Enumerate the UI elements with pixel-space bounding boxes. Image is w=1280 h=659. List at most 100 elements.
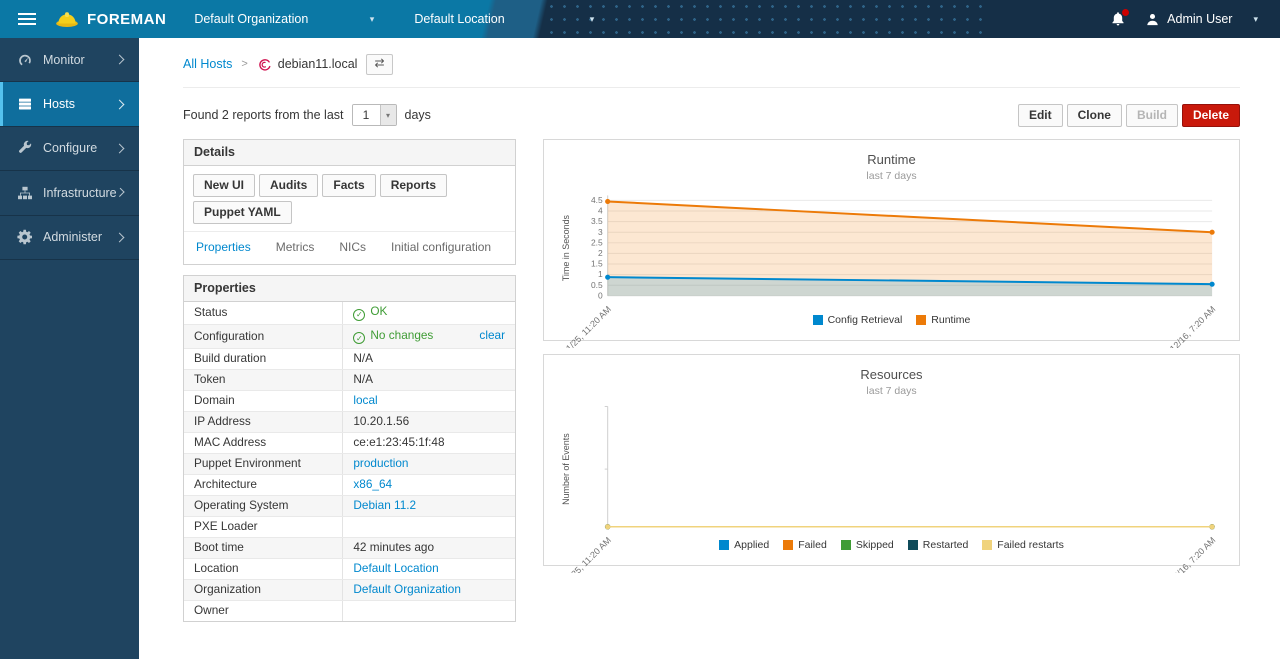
property-label: IP Address <box>184 411 343 432</box>
debian-logo-icon <box>257 57 272 72</box>
audits-button[interactable]: Audits <box>259 174 318 197</box>
property-value: N/A <box>353 351 373 365</box>
property-value-cell: Default Location <box>343 558 515 579</box>
property-value-link[interactable]: production <box>353 456 408 470</box>
legend-item-runtime[interactable]: Runtime <box>916 314 970 326</box>
legend-item-skipped[interactable]: Skipped <box>841 539 894 551</box>
tab-initial-configuration[interactable]: Initial configuration <box>391 240 491 254</box>
legend-label: Runtime <box>931 314 970 326</box>
property-value: 42 minutes ago <box>353 540 434 554</box>
reports-button[interactable]: Reports <box>380 174 447 197</box>
property-value-cell: production <box>343 453 515 474</box>
main-content: All Hosts > debian11.local ⇄ Found 2 rep… <box>139 0 1280 622</box>
sidebar-item-hosts[interactable]: Hosts <box>0 82 139 126</box>
svg-text:4: 4 <box>598 205 603 215</box>
property-value: 10.20.1.56 <box>353 414 409 428</box>
property-value: N/A <box>353 372 373 386</box>
property-value: ce:e1:23:45:1f:48 <box>353 435 444 449</box>
table-row: Owner <box>184 600 515 621</box>
property-label: MAC Address <box>184 432 343 453</box>
property-value-cell: 42 minutes ago <box>343 537 515 558</box>
new-ui-button[interactable]: New UI <box>193 174 255 197</box>
svg-text:0.5: 0.5 <box>591 279 603 289</box>
wrench-icon <box>17 140 33 156</box>
reports-count-text: Found 2 reports from the last <box>183 108 344 122</box>
sidebar-item-monitor[interactable]: Monitor <box>0 38 139 82</box>
property-label: Boot time <box>184 537 343 558</box>
property-value-link[interactable]: x86_64 <box>353 477 392 491</box>
svg-text:Time in Seconds: Time in Seconds <box>561 214 571 281</box>
facts-button[interactable]: Facts <box>322 174 375 197</box>
svg-text:Number of Events: Number of Events <box>561 432 571 504</box>
svg-text:3: 3 <box>598 226 603 236</box>
table-row: Architecturex86_64 <box>184 474 515 495</box>
legend-item-failed[interactable]: Failed <box>783 539 827 551</box>
host-switcher-button[interactable]: ⇄ <box>366 54 392 75</box>
reports-days-text: days <box>405 108 431 122</box>
user-icon <box>1145 12 1160 27</box>
sidebar-item-administer[interactable]: Administer <box>0 216 139 260</box>
top-navbar: FOREMAN Default Organization ▾ Default L… <box>0 0 1280 38</box>
table-row: Configuration✓No changesclear <box>184 325 515 349</box>
property-value-link[interactable]: Default Organization <box>353 582 461 596</box>
sidebar-item-infrastructure[interactable]: Infrastructure <box>0 171 139 215</box>
svg-text:4.5: 4.5 <box>591 195 603 205</box>
legend-label: Failed <box>798 539 827 551</box>
svg-text:2.5: 2.5 <box>591 237 603 247</box>
location-selector[interactable]: Default Location ▾ <box>414 12 594 26</box>
chevron-right-icon <box>115 99 125 109</box>
notifications-bell-icon[interactable] <box>1110 11 1127 28</box>
tab-metrics[interactable]: Metrics <box>276 240 315 254</box>
legend-item-failed-restarts[interactable]: Failed restarts <box>982 539 1064 551</box>
organization-selector-label: Default Organization <box>194 12 308 26</box>
runtime-chart-legend: Config Retrieval Runtime <box>556 314 1227 326</box>
menu-toggle-icon[interactable] <box>0 0 54 38</box>
property-value-cell: ✓OK <box>343 302 515 325</box>
legend-item-restarted[interactable]: Restarted <box>908 539 969 551</box>
delete-button[interactable]: Delete <box>1182 104 1240 127</box>
property-label: Location <box>184 558 343 579</box>
property-value-link[interactable]: local <box>353 393 377 407</box>
tab-nics[interactable]: NICs <box>339 240 366 254</box>
tab-properties[interactable]: Properties <box>196 240 251 254</box>
breadcrumb-all-hosts-link[interactable]: All Hosts <box>183 57 232 71</box>
sidebar-item-label: Monitor <box>43 53 85 67</box>
reports-bar: Found 2 reports from the last 1 ▾ days E… <box>183 104 1240 127</box>
days-select[interactable]: 1 ▾ <box>352 104 397 126</box>
property-value-link[interactable]: Default Location <box>353 561 438 575</box>
days-select-value: 1 <box>353 105 380 125</box>
caret-down-icon: ▾ <box>380 105 396 125</box>
runtime-chart-panel: Runtime last 7 days 00.511.522.533.544.5… <box>543 139 1240 341</box>
property-value-cell: x86_64 <box>343 474 515 495</box>
svg-text:0: 0 <box>598 290 603 300</box>
legend-swatch <box>719 540 729 550</box>
edit-button[interactable]: Edit <box>1018 104 1063 127</box>
user-menu[interactable]: Admin User ▾ <box>1145 12 1258 27</box>
organization-selector[interactable]: Default Organization ▾ <box>194 12 374 26</box>
table-row: Domainlocal <box>184 390 515 411</box>
sitemap-icon <box>17 185 33 201</box>
svg-text:2: 2 <box>598 248 603 258</box>
notification-badge <box>1122 9 1129 16</box>
chart-title: Resources <box>556 367 1227 382</box>
clone-button[interactable]: Clone <box>1067 104 1122 127</box>
property-value-link[interactable]: Debian 11.2 <box>353 498 416 512</box>
table-row: MAC Address ce:e1:23:45:1f:48 <box>184 432 515 453</box>
svg-text:1.5: 1.5 <box>591 258 603 268</box>
legend-label: Applied <box>734 539 769 551</box>
legend-item-applied[interactable]: Applied <box>719 539 769 551</box>
chart-subtitle: last 7 days <box>556 170 1227 182</box>
clear-link[interactable]: clear <box>479 328 505 342</box>
details-panel: Details New UIAuditsFactsReportsPuppet Y… <box>183 139 516 265</box>
sidebar-item-label: Configure <box>43 141 97 155</box>
check-circle-icon: ✓ <box>353 309 365 321</box>
gear-icon <box>17 229 33 245</box>
sidebar-item-configure[interactable]: Configure <box>0 127 139 171</box>
legend-label: Failed restarts <box>997 539 1064 551</box>
puppet-yaml-button[interactable]: Puppet YAML <box>193 201 292 224</box>
legend-item-config-retrieval[interactable]: Config Retrieval <box>813 314 903 326</box>
caret-down-icon: ▾ <box>1253 14 1258 25</box>
chevron-right-icon <box>115 55 125 65</box>
table-row: Operating SystemDebian 11.2 <box>184 495 515 516</box>
sidebar-item-label: Administer <box>43 230 102 244</box>
